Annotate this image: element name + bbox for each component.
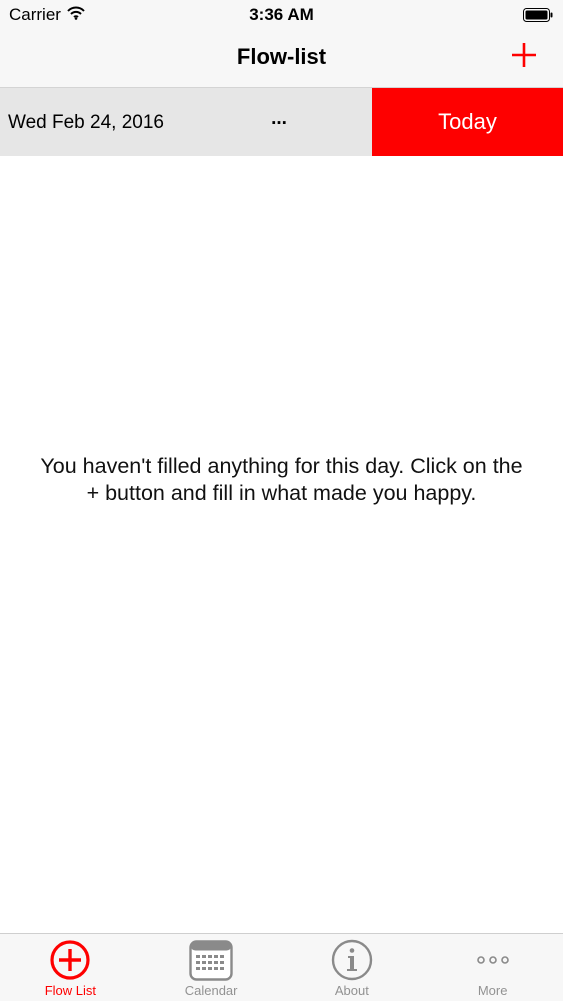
tab-bar: Flow List Calendar About More [0,933,563,1001]
tab-label: About [334,983,369,998]
tab-label: Calendar [184,983,238,998]
date-picker-button[interactable]: ... [264,108,294,130]
date-bar: Wed Feb 24, 2016 ... Today [0,88,563,156]
navigation-bar: Flow-list [0,30,563,88]
circle-plus-icon [49,939,91,986]
info-icon [331,939,373,986]
today-button[interactable]: Today [372,88,563,156]
calendar-icon [189,939,233,986]
battery-icon [523,8,553,22]
tab-label: More [477,983,508,998]
tab-label: Flow List [44,983,97,998]
tab-calendar[interactable]: Calendar [141,934,282,1001]
selected-date: Wed Feb 24, 2016 [8,112,164,133]
status-time: 3:36 AM [249,5,314,24]
tab-more[interactable]: More [422,934,563,1001]
tab-about[interactable]: About [282,934,423,1001]
page-title: Flow-list [236,44,327,69]
plus-icon [512,43,536,67]
more-dots-icon [472,939,514,986]
tab-flow-list[interactable]: Flow List [0,934,141,1001]
add-entry-button[interactable] [509,40,539,70]
status-bar: Carrier 3:36 AM [0,0,563,30]
empty-state-message: You haven't filled anything for this day… [40,454,523,505]
